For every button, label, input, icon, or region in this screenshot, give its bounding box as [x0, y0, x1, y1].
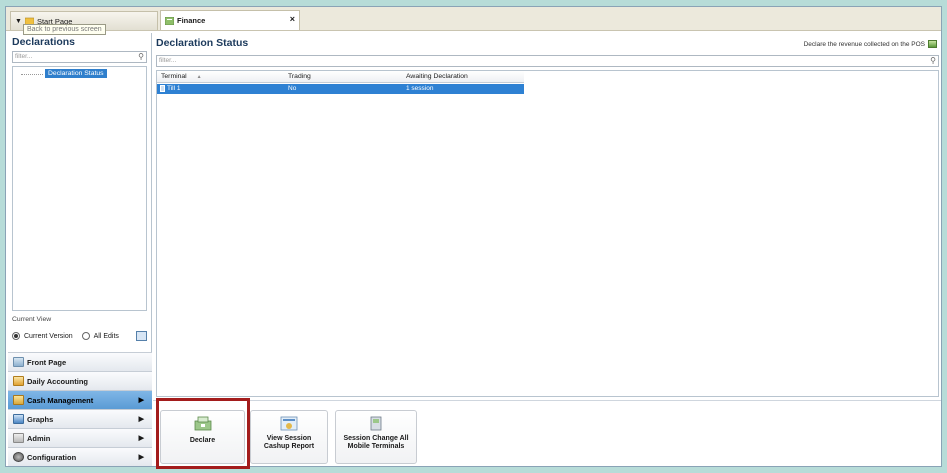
view-radio-group: Current Version All Edits	[12, 329, 147, 343]
cell-trading: No	[288, 85, 297, 92]
left-filter-input[interactable]: filter... ⚲	[12, 51, 147, 63]
page-description-text: Declare the revenue collected on the POS	[803, 40, 925, 48]
session-change-label: Session Change All Mobile Terminals	[343, 435, 409, 450]
page-description: Declare the revenue collected on the POS	[804, 40, 937, 48]
column-header-terminal[interactable]: Terminal ▲	[161, 73, 202, 80]
chevron-right-icon: ▶	[138, 397, 144, 404]
tree-connector	[21, 74, 43, 75]
cash-management-icon	[13, 395, 24, 405]
nav-configuration[interactable]: Configuration ▶	[8, 447, 152, 466]
tab-finance[interactable]: Finance ×	[160, 10, 300, 30]
tree-item-declaration-status[interactable]: Declaration Status	[45, 69, 107, 78]
radio-current-version-label: Current Version	[24, 332, 73, 340]
terminal-icon	[160, 85, 165, 92]
nav-cash-management[interactable]: Cash Management ▶	[8, 390, 152, 409]
nav-graphs[interactable]: Graphs ▶	[8, 409, 152, 428]
back-tooltip: Back to previous screen	[23, 24, 106, 35]
nav-admin[interactable]: Admin ▶	[8, 428, 152, 447]
cell-awaiting: 1 session	[406, 85, 434, 92]
tab-finance-label: Finance	[177, 16, 206, 25]
declarations-tree: Declaration Status	[12, 66, 147, 311]
search-icon[interactable]: ⚲	[930, 56, 936, 65]
nav-admin-label: Admin	[27, 433, 51, 443]
nav-daily-accounting[interactable]: Daily Accounting	[8, 371, 152, 390]
cash-register-icon	[194, 416, 211, 431]
action-bar: Declare View Session Cashup Report Sessi…	[153, 400, 941, 466]
page-title: Declaration Status	[156, 37, 249, 49]
nav-front-page[interactable]: Front Page	[8, 352, 152, 371]
finance-icon	[165, 16, 174, 25]
table-row[interactable]: Till 1 No 1 session	[157, 84, 524, 94]
graphs-icon	[13, 414, 24, 424]
cell-terminal-text: Till 1	[167, 85, 181, 93]
nav-daily-accounting-label: Daily Accounting	[27, 376, 88, 386]
dropdown-arrow-icon[interactable]: ▼	[15, 18, 22, 25]
daily-accounting-icon	[13, 376, 24, 386]
search-icon[interactable]: ⚲	[138, 52, 144, 61]
admin-icon	[13, 433, 24, 443]
module-nav: Front Page Daily Accounting Cash Managem…	[8, 352, 152, 466]
nav-configuration-label: Configuration	[27, 452, 77, 462]
front-page-icon	[13, 357, 24, 367]
declare-label: Declare	[189, 437, 216, 444]
view-session-cashup-report-button[interactable]: View Session Cashup Report	[250, 410, 328, 464]
column-header-trading[interactable]: Trading	[288, 73, 311, 80]
column-terminal-label: Terminal	[161, 73, 187, 80]
nav-cash-management-label: Cash Management	[27, 395, 94, 405]
sort-ascending-icon: ▲	[196, 74, 202, 80]
close-tab-icon[interactable]: ×	[290, 14, 295, 24]
radio-current-version[interactable]	[12, 332, 20, 340]
nav-front-page-label: Front Page	[27, 357, 67, 367]
declare-button[interactable]: Declare	[160, 410, 245, 464]
tab-strip: ▼ Start Page Back to previous screen Fin…	[6, 7, 941, 35]
column-header-awaiting[interactable]: Awaiting Declaration	[406, 73, 468, 80]
main-filter-input[interactable]: filter... ⚲	[156, 55, 939, 67]
radio-all-edits[interactable]	[81, 332, 90, 340]
configuration-icon	[13, 452, 24, 462]
calendar-icon[interactable]	[136, 331, 147, 341]
cashup-report-label: View Session Cashup Report	[263, 435, 315, 450]
main-filter-placeholder: filter...	[159, 57, 177, 64]
current-view-label: Current View	[12, 316, 52, 323]
nav-graphs-label: Graphs	[27, 414, 54, 424]
main-panel: Declaration Status Declare the revenue c…	[153, 33, 941, 469]
chevron-right-icon: ▶	[138, 416, 144, 423]
application-window: ▼ Start Page Back to previous screen Fin…	[5, 6, 942, 469]
declarations-title: Declarations	[12, 36, 76, 48]
report-icon	[280, 416, 298, 431]
declaration-grid: Terminal ▲ Trading Awaiting Declaration …	[156, 70, 939, 397]
mobile-terminal-icon	[370, 416, 382, 431]
cell-terminal: Till 1	[160, 85, 180, 92]
session-change-all-mobile-terminals-button[interactable]: Session Change All Mobile Terminals	[335, 410, 417, 464]
left-panel: Declarations filter... ⚲ Declaration Sta…	[8, 33, 152, 466]
finance-help-icon[interactable]	[928, 40, 937, 48]
radio-all-edits-label: All Edits	[93, 332, 119, 340]
chevron-right-icon: ▶	[138, 435, 144, 442]
grid-header: Terminal ▲ Trading Awaiting Declaration	[157, 71, 524, 83]
chevron-right-icon: ▶	[138, 454, 144, 461]
left-filter-placeholder: filter...	[15, 53, 33, 60]
